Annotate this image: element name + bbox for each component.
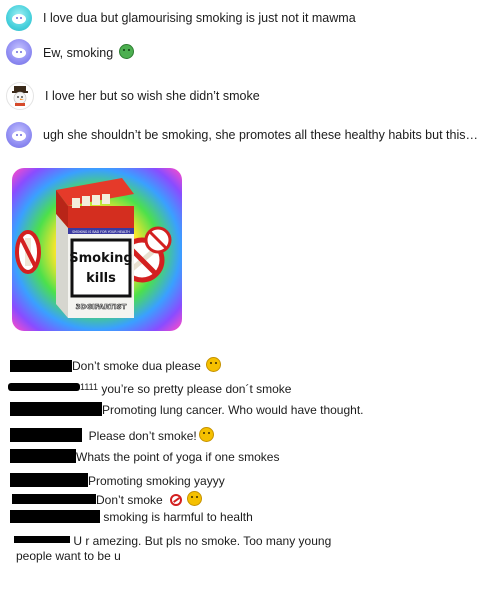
redacted-username — [12, 494, 96, 504]
redacted-username — [10, 449, 76, 463]
nauseated-face-icon — [118, 43, 134, 59]
astonished-face-icon — [206, 357, 222, 372]
snowman-hat-icon — [12, 86, 28, 106]
list-item: 1111 you’re so pretty please don´t smoke — [8, 380, 291, 397]
list-item: Promoting lung cancer. Who would have th… — [10, 402, 364, 418]
svg-text:SMOKING IS BAD FOR YOUR HEALTH: SMOKING IS BAD FOR YOUR HEALTH — [72, 230, 130, 234]
comment-2: Ew, smoking — [6, 38, 496, 66]
comment-text: I love dua but glamourising smoking is j… — [43, 11, 356, 25]
redacted-username — [10, 473, 88, 487]
redacted-username — [10, 360, 72, 372]
user-avatar[interactable] — [6, 39, 32, 65]
sad-face-icon — [198, 427, 214, 442]
no-smoking-sign-left — [15, 230, 41, 274]
redacted-username — [14, 536, 70, 543]
sad-face-icon — [187, 491, 203, 506]
comment-text: Ew, smoking — [43, 43, 134, 61]
list-item: smoking is harmful to health — [10, 510, 253, 525]
list-item: Don’t smoke — [12, 491, 203, 508]
list-item: U r amezing. But pls no smoke. Too many … — [14, 534, 331, 549]
no-smoking-icon — [170, 494, 183, 506]
redacted-username — [10, 428, 82, 442]
redacted-username — [10, 510, 100, 523]
svg-text:Smoking: Smoking — [69, 251, 133, 266]
comment-4: ugh she shouldn’t be smoking, she promot… — [6, 121, 496, 149]
list-item-continuation: people want to be u — [16, 549, 121, 563]
list-item: Whats the point of yoga if one smokes — [10, 449, 279, 465]
user-avatar[interactable] — [6, 5, 32, 31]
smoking-kills-gif[interactable]: SMOKING IS BAD FOR YOUR HEALTH Smoking k… — [12, 168, 182, 331]
svg-text:kills: kills — [86, 271, 116, 286]
comment-1: I love dua but glamourising smoking is j… — [6, 4, 496, 32]
list-item: Please don’t smoke! — [10, 427, 214, 444]
svg-text:3DGIFARTIST: 3DGIFARTIST — [76, 303, 127, 311]
list-item: Promoting smoking yayyy — [10, 473, 225, 489]
user-avatar[interactable] — [6, 122, 32, 148]
redacted-username — [10, 402, 102, 416]
list-item: Don’t smoke dua please — [10, 357, 222, 374]
comment-text: ugh she shouldn’t be smoking, she promot… — [43, 128, 478, 142]
user-avatar[interactable] — [6, 82, 34, 110]
comment-3: I love her but so wish she didn’t smoke — [6, 82, 496, 110]
redacted-username — [8, 383, 80, 391]
comment-text: I love her but so wish she didn’t smoke — [45, 89, 260, 103]
